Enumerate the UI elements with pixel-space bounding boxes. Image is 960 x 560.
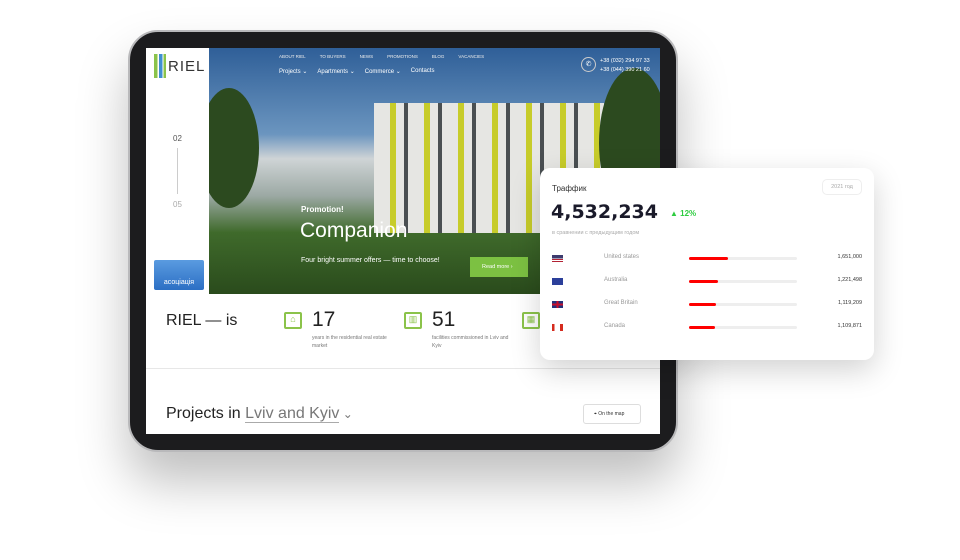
projects-heading: Projects in Lviv and Kyiv ⌄ (166, 405, 353, 423)
year-selector[interactable]: 2021 год (822, 179, 862, 195)
traffic-bar-fill (689, 280, 719, 283)
nav-blog[interactable]: BLOG (432, 54, 445, 59)
main-nav: Projects ⌄ Apartments ⌄ Commerce ⌄ Conta… (279, 68, 434, 75)
stat-value: 17 (312, 308, 336, 331)
country-value: 1,221,498 (837, 277, 862, 283)
eu-flag-icon (552, 278, 563, 285)
traffic-bar-fill (689, 326, 715, 329)
nav-promotions[interactable]: PROMOTIONS (387, 54, 418, 59)
country-value: 1,109,871 (837, 323, 862, 329)
logo-text: RIEL (168, 57, 206, 75)
stat-desc: years in the residential real estate mar… (312, 335, 387, 349)
canada-flag-icon (552, 324, 563, 331)
compare-note: в сравнении с предыдущим годом (552, 230, 640, 236)
slide-current: 02 (173, 134, 182, 143)
about-title: RIEL — is (166, 312, 238, 329)
traffic-card: Траффик 2021 год 4,532,234 ▲ 12% в сравн… (540, 168, 874, 360)
phone-icon[interactable]: ✆ (581, 57, 596, 72)
sidebar: RIEL 02 05 асоціація (146, 48, 209, 294)
phone-1[interactable]: +38 (032) 294 97 33 (600, 57, 650, 66)
arrow-up-icon: ▲ (670, 209, 681, 218)
country-value: 1,651,000 (837, 254, 862, 260)
on-the-map-button[interactable]: ⌖ On the map (583, 404, 641, 424)
nav-about[interactable]: ABOUT RIEL (279, 54, 306, 59)
crane-icon: ⌂ (284, 312, 302, 329)
projects-prefix: Projects in (166, 405, 246, 422)
country-name: United states (604, 254, 640, 260)
floorplan-icon: ▦ (522, 312, 540, 329)
traffic-bar (689, 280, 797, 283)
read-more-button[interactable]: Read more › (470, 257, 528, 277)
slide-progress (177, 148, 178, 194)
promo-label: Promotion! (301, 205, 344, 214)
uk-flag-icon (552, 301, 563, 308)
logo-mark-icon (154, 54, 166, 78)
city-dropdown[interactable]: Lviv and Kyiv (245, 405, 340, 423)
traffic-bar (689, 326, 797, 329)
nav-news[interactable]: NEWS (360, 54, 374, 59)
stat-desc: facilities commissioned in Lviv and Kyiv (432, 335, 509, 349)
country-row: Great Britain 1,119,209 (540, 299, 874, 311)
country-name: Great Britain (604, 300, 638, 306)
traffic-bar (689, 257, 797, 260)
nav-vacancies[interactable]: VACANCIES (458, 54, 484, 59)
change-indicator: ▲ 12% (670, 209, 696, 218)
traffic-bar-fill (689, 303, 716, 306)
slide-total: 05 (173, 200, 182, 209)
country-row: Canada 1,109,871 (540, 322, 874, 334)
hero-subtitle: Four bright summer offers — time to choo… (301, 257, 440, 264)
card-title: Траффик (552, 184, 587, 193)
country-name: Canada (604, 323, 626, 329)
nav-buyers[interactable]: TO BUYERS (320, 54, 346, 59)
top-nav: ABOUT RIEL TO BUYERS NEWS PROMOTIONS BLO… (279, 54, 484, 59)
association-text: асоціація (163, 279, 195, 286)
nav-apartments[interactable]: Apartments ⌄ (317, 68, 354, 75)
traffic-bar (689, 303, 797, 306)
hero-title: Companion (300, 219, 408, 242)
traffic-bar-fill (689, 257, 728, 260)
nav-commerce[interactable]: Commerce ⌄ (365, 68, 401, 75)
nav-projects[interactable]: Projects ⌄ (279, 68, 307, 75)
nav-contacts[interactable]: Contacts (411, 68, 435, 75)
divider (146, 368, 660, 369)
association-logo[interactable]: асоціація (154, 260, 204, 290)
on-map-label: On the map (598, 411, 625, 417)
country-name: Australia (604, 277, 628, 283)
chevron-down-icon[interactable]: ⌄ (339, 407, 353, 421)
phone-2[interactable]: +38 (044) 390 21 60 (600, 66, 650, 75)
country-row: United states 1,651,000 (540, 253, 874, 265)
phone-numbers: +38 (032) 294 97 33 +38 (044) 390 21 60 (600, 57, 650, 75)
stat-value: 51 (432, 308, 456, 331)
traffic-total: 4,532,234 (551, 201, 658, 223)
us-flag-icon (552, 255, 563, 262)
country-row: Australia 1,221,498 (540, 276, 874, 288)
building-icon: ▥ (404, 312, 422, 329)
change-value: 12% (680, 209, 697, 218)
country-value: 1,119,209 (837, 300, 862, 306)
riel-logo[interactable]: RIEL (154, 54, 205, 78)
